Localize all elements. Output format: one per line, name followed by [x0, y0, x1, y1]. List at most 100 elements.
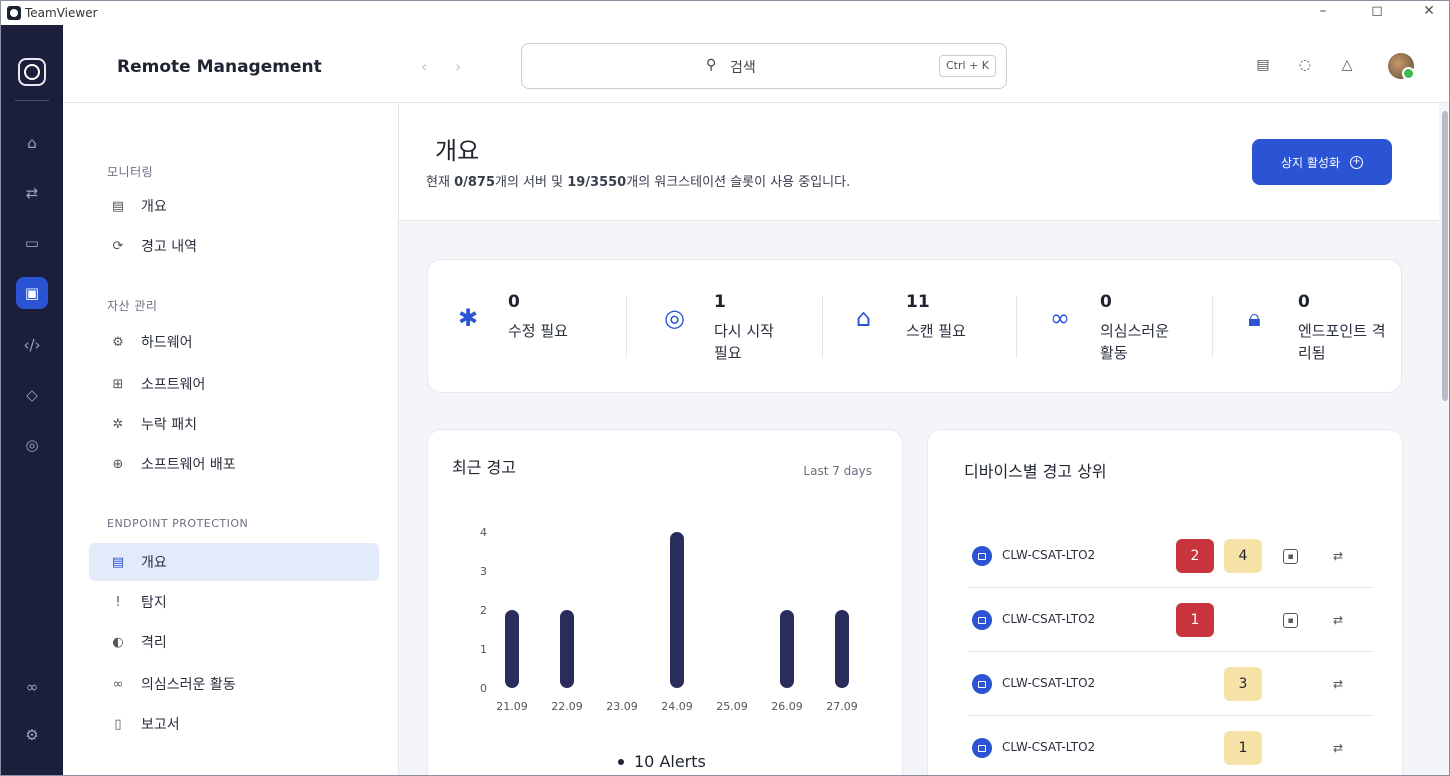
- settings-icon[interactable]: ⚙: [18, 721, 46, 749]
- transfer-icon[interactable]: ⇄: [1328, 738, 1348, 758]
- sidebar-item-software-deploy[interactable]: ⊕ 소프트웨어 배포: [89, 445, 379, 483]
- bar[interactable]: [780, 610, 794, 688]
- chart-legend: 10 Alerts: [618, 752, 706, 771]
- warning-alert-badge[interactable]: 4: [1224, 539, 1262, 573]
- home-icon[interactable]: ⌂: [18, 129, 46, 157]
- sidebar-item-label: 개요: [141, 199, 167, 215]
- transfer-icon[interactable]: ⇄: [18, 179, 46, 207]
- stat-value: 1: [714, 292, 726, 312]
- device-name[interactable]: CLW-CSAT-LTO2: [1002, 740, 1095, 754]
- activate-button[interactable]: 상지 활성화 +: [1252, 139, 1392, 185]
- sidebar-item-label: 소프트웨어: [141, 377, 206, 393]
- sidebar-item-reports[interactable]: ▯ 보고서: [89, 705, 379, 743]
- integrations-icon[interactable]: ∞: [18, 673, 46, 701]
- stat-label: 의심스러운 활동: [1100, 322, 1170, 362]
- stat-label: 엔드포인트 격리됨: [1298, 322, 1386, 362]
- bar[interactable]: [670, 532, 684, 688]
- sidebar-item-monitoring-overview[interactable]: ▤ 개요: [89, 187, 379, 225]
- table-row[interactable]: CLW-CSAT-LTO2 2 4 ▪ ⇄: [968, 524, 1373, 588]
- warning-alert-badge[interactable]: 1: [1224, 731, 1262, 765]
- alerts-bar-chart: 0 1 2 3 4 21.09 22.09 23.09 24.09 25.09 26.09 27.09: [480, 526, 858, 713]
- forward-arrow-icon[interactable]: ›: [455, 57, 461, 76]
- rail-divider: [15, 100, 49, 101]
- stat-needs-fix[interactable]: ✱ 0 수정 필요: [458, 288, 608, 368]
- sidebar-item-ep-overview[interactable]: ▤ 개요: [89, 543, 379, 581]
- main-content: 개요 현재 0/875개의 서버 및 19/3550개의 워크스테이션 슬롯이 …: [399, 103, 1439, 775]
- x-tick-label: 24.09: [661, 700, 693, 713]
- search-input[interactable]: ⚲ 검색 Ctrl + K: [521, 43, 1007, 89]
- target-icon[interactable]: ◎: [18, 431, 46, 459]
- bell-icon[interactable]: △: [1337, 55, 1357, 75]
- sidebar-item-alert-history[interactable]: ⟳ 경고 내역: [89, 227, 379, 265]
- sidebar-item-label: 의심스러운 활동: [141, 677, 236, 693]
- deploy-icon: ⊕: [112, 456, 124, 472]
- transfer-icon[interactable]: ⇄: [1328, 546, 1348, 566]
- tag-icon[interactable]: ◇: [18, 381, 46, 409]
- window-title: TeamViewer: [25, 6, 98, 20]
- device-icon: [972, 610, 992, 630]
- patch-icon: ✲: [112, 416, 124, 432]
- sidebar-item-software[interactable]: ⊞ 소프트웨어: [89, 365, 379, 403]
- spy-icon: ∞: [1050, 304, 1070, 332]
- app-window: TeamViewer – ◻ ✕ ⌂ ⇄ ▭ ▣ ‹/› ◇ ◎ ∞ ⚙ Rem…: [0, 0, 1450, 776]
- scan-icon: ⌂: [856, 304, 872, 332]
- maximize-button[interactable]: ◻: [1367, 3, 1387, 19]
- teamviewer-logo-icon[interactable]: [18, 58, 46, 86]
- search-shortcut: Ctrl + K: [939, 55, 996, 77]
- legend-dot: [618, 758, 624, 765]
- avatar[interactable]: [1388, 53, 1415, 80]
- stat-value: 11: [906, 292, 930, 312]
- clipboard-icon[interactable]: ▤: [1253, 55, 1273, 75]
- critical-alert-badge[interactable]: 1: [1176, 603, 1214, 637]
- y-tick-label: 1: [480, 643, 487, 656]
- bar[interactable]: [505, 610, 519, 688]
- divider: [1212, 296, 1213, 358]
- dashboard-icon: ▤: [111, 554, 125, 570]
- scrollbar[interactable]: [1439, 103, 1449, 775]
- sidebar-item-detection[interactable]: ! 탐지: [89, 583, 379, 621]
- sidebar-item-missing-patches[interactable]: ✲ 누락 패치: [89, 405, 379, 443]
- warning-alert-badge[interactable]: 3: [1224, 667, 1262, 701]
- remote-management-icon[interactable]: ▣: [16, 277, 48, 309]
- chat-icon[interactable]: ◌: [1295, 55, 1315, 75]
- sidebar-item-hardware[interactable]: ⚙ 하드웨어: [89, 323, 379, 361]
- table-row[interactable]: CLW-CSAT-LTO2 1 ▪ ⇄: [968, 588, 1373, 652]
- back-arrow-icon[interactable]: ‹: [421, 57, 427, 76]
- scrollbar-thumb[interactable]: [1442, 111, 1448, 401]
- table-row[interactable]: CLW-CSAT-LTO2 3 ⇄: [968, 652, 1373, 716]
- critical-alert-badge[interactable]: 2: [1176, 539, 1214, 573]
- title-bar: TeamViewer – ◻ ✕: [1, 1, 1449, 25]
- bar[interactable]: [560, 610, 574, 688]
- sidebar-item-label: 누락 패치: [141, 417, 197, 433]
- y-tick-label: 4: [480, 526, 487, 539]
- stat-needs-restart[interactable]: ◎ 1 다시 시작 필요: [664, 288, 814, 368]
- device-name[interactable]: CLW-CSAT-LTO2: [1002, 676, 1095, 690]
- device-name[interactable]: CLW-CSAT-LTO2: [1002, 548, 1095, 562]
- top-devices-card: 디바이스별 경고 상위 CLW-CSAT-LTO2 2 4 ▪ ⇄ CLW-CSAT-LT…: [927, 429, 1403, 775]
- sidebar-item-quarantine[interactable]: ◐ 격리: [89, 623, 379, 661]
- stat-isolated[interactable]: 🔒︎ 0 엔드포인트 격리됨: [1248, 288, 1398, 368]
- device-name[interactable]: CLW-CSAT-LTO2: [1002, 612, 1095, 626]
- sidebar-item-suspicious-activity[interactable]: ∞ 의심스러운 활동: [89, 665, 379, 703]
- table-row[interactable]: CLW-CSAT-LTO2 1 ⇄: [968, 716, 1373, 775]
- plus-icon: +: [1350, 155, 1363, 169]
- transfer-icon[interactable]: ⇄: [1328, 610, 1348, 630]
- icon-rail: ⌂ ⇄ ▭ ▣ ‹/› ◇ ◎ ∞ ⚙: [1, 25, 63, 775]
- remote-control-icon[interactable]: ▪: [1283, 549, 1298, 564]
- devices-icon[interactable]: ▭: [18, 229, 46, 257]
- stat-label: 수정 필요: [508, 322, 568, 340]
- bar[interactable]: [835, 610, 849, 688]
- stat-needs-scan[interactable]: ⌂ 11 스캔 필요: [856, 288, 1006, 368]
- sidebar-item-label: 경고 내역: [141, 239, 197, 255]
- search-icon: ⚲: [706, 57, 717, 73]
- minimize-button[interactable]: –: [1313, 3, 1333, 19]
- sidebar-item-label: 탐지: [141, 595, 167, 611]
- stat-suspicious[interactable]: ∞ 0 의심스러운 활동: [1050, 288, 1200, 368]
- close-button[interactable]: ✕: [1419, 3, 1439, 19]
- code-icon[interactable]: ‹/›: [18, 331, 46, 359]
- recent-alerts-card: 최근 경고 Last 7 days 0 1 2 3 4 21.09 22.09 23.09 24…: [427, 429, 903, 775]
- transfer-icon[interactable]: ⇄: [1328, 674, 1348, 694]
- section-heading-endpoint-protection: ENDPOINT PROTECTION: [107, 517, 249, 530]
- subtitle-text: 개의 서버 및: [495, 175, 568, 190]
- remote-control-icon[interactable]: ▪: [1283, 613, 1298, 628]
